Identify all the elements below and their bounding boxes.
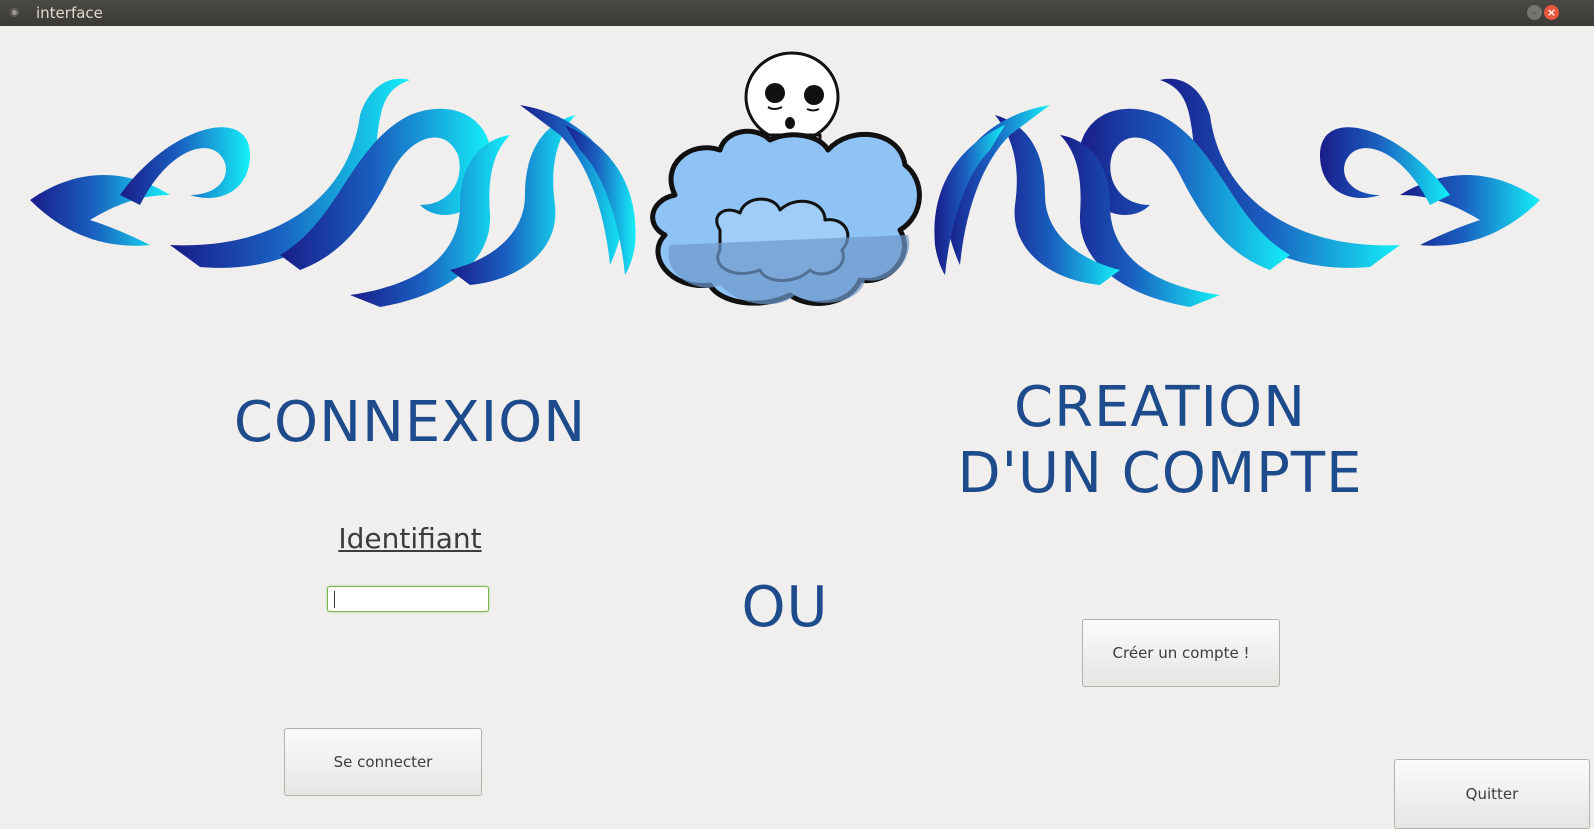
app-icon: [10, 8, 19, 17]
banner-illustration: [30, 51, 1540, 307]
login-heading: CONNEXION: [233, 390, 587, 455]
identifiant-input[interactable]: [327, 586, 489, 612]
create-account-button[interactable]: Créer un compte !: [1082, 619, 1280, 687]
quit-button[interactable]: Quitter: [1394, 759, 1590, 829]
window-titlebar: interface – ×: [0, 0, 1594, 26]
signup-heading: CREATION D'UN COMPTE: [950, 375, 1370, 507]
identifiant-label: Identifiant: [338, 522, 482, 555]
minimize-icon[interactable]: –: [1527, 5, 1542, 20]
text-caret: [334, 591, 335, 608]
tribal-ornament-left: [30, 78, 636, 307]
signup-heading-line2: D'UN COMPTE: [957, 441, 1363, 506]
window-title: interface: [36, 4, 103, 22]
signup-heading-line1: CREATION: [1013, 375, 1307, 440]
login-button[interactable]: Se connecter: [284, 728, 482, 796]
separator-text: OU: [741, 575, 829, 640]
tribal-ornament-right: [934, 78, 1540, 307]
cloud-spirit-mascot: [650, 51, 922, 306]
close-icon[interactable]: ×: [1544, 5, 1559, 20]
